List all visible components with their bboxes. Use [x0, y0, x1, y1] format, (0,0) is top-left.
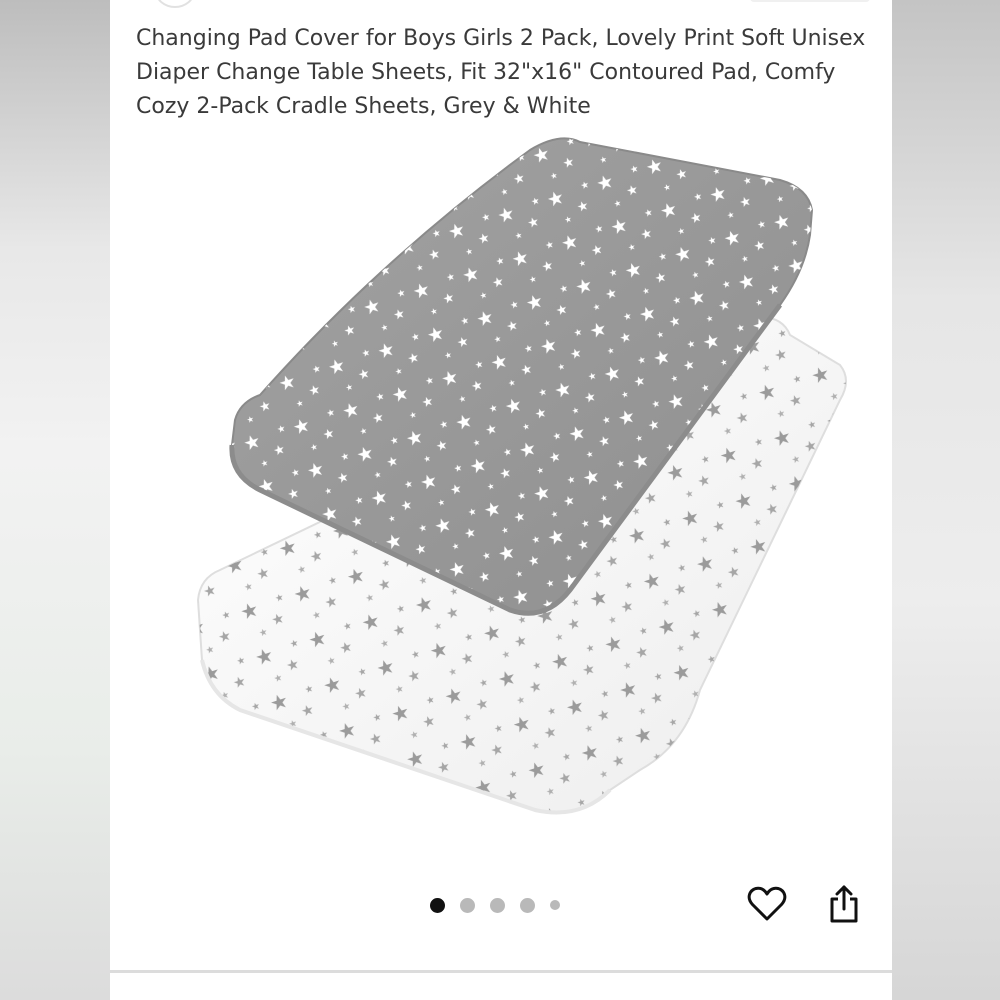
share-button[interactable] [824, 882, 864, 926]
product-title: Changing Pad Cover for Boys Girls 2 Pack… [136, 26, 866, 119]
background-left [0, 0, 110, 1000]
divider [110, 970, 892, 973]
product-image[interactable] [140, 130, 860, 850]
background-right [892, 0, 1000, 1000]
carousel-dot-4[interactable] [520, 897, 535, 913]
carousel-indicator [430, 896, 560, 914]
partial-rating-bar [750, 0, 870, 2]
share-icon [830, 885, 858, 923]
carousel-dot-3[interactable] [490, 897, 505, 913]
carousel-dot-2[interactable] [460, 897, 475, 913]
product-photo [196, 137, 847, 815]
carousel-dot-5[interactable] [550, 900, 560, 910]
carousel-dot-1[interactable] [430, 897, 445, 913]
heart-outline-icon [747, 886, 787, 921]
product-panel: Changing Pad Cover for Boys Girls 2 Pack… [110, 0, 892, 1000]
favorite-button[interactable] [746, 884, 788, 924]
partial-avatar [155, 0, 195, 8]
